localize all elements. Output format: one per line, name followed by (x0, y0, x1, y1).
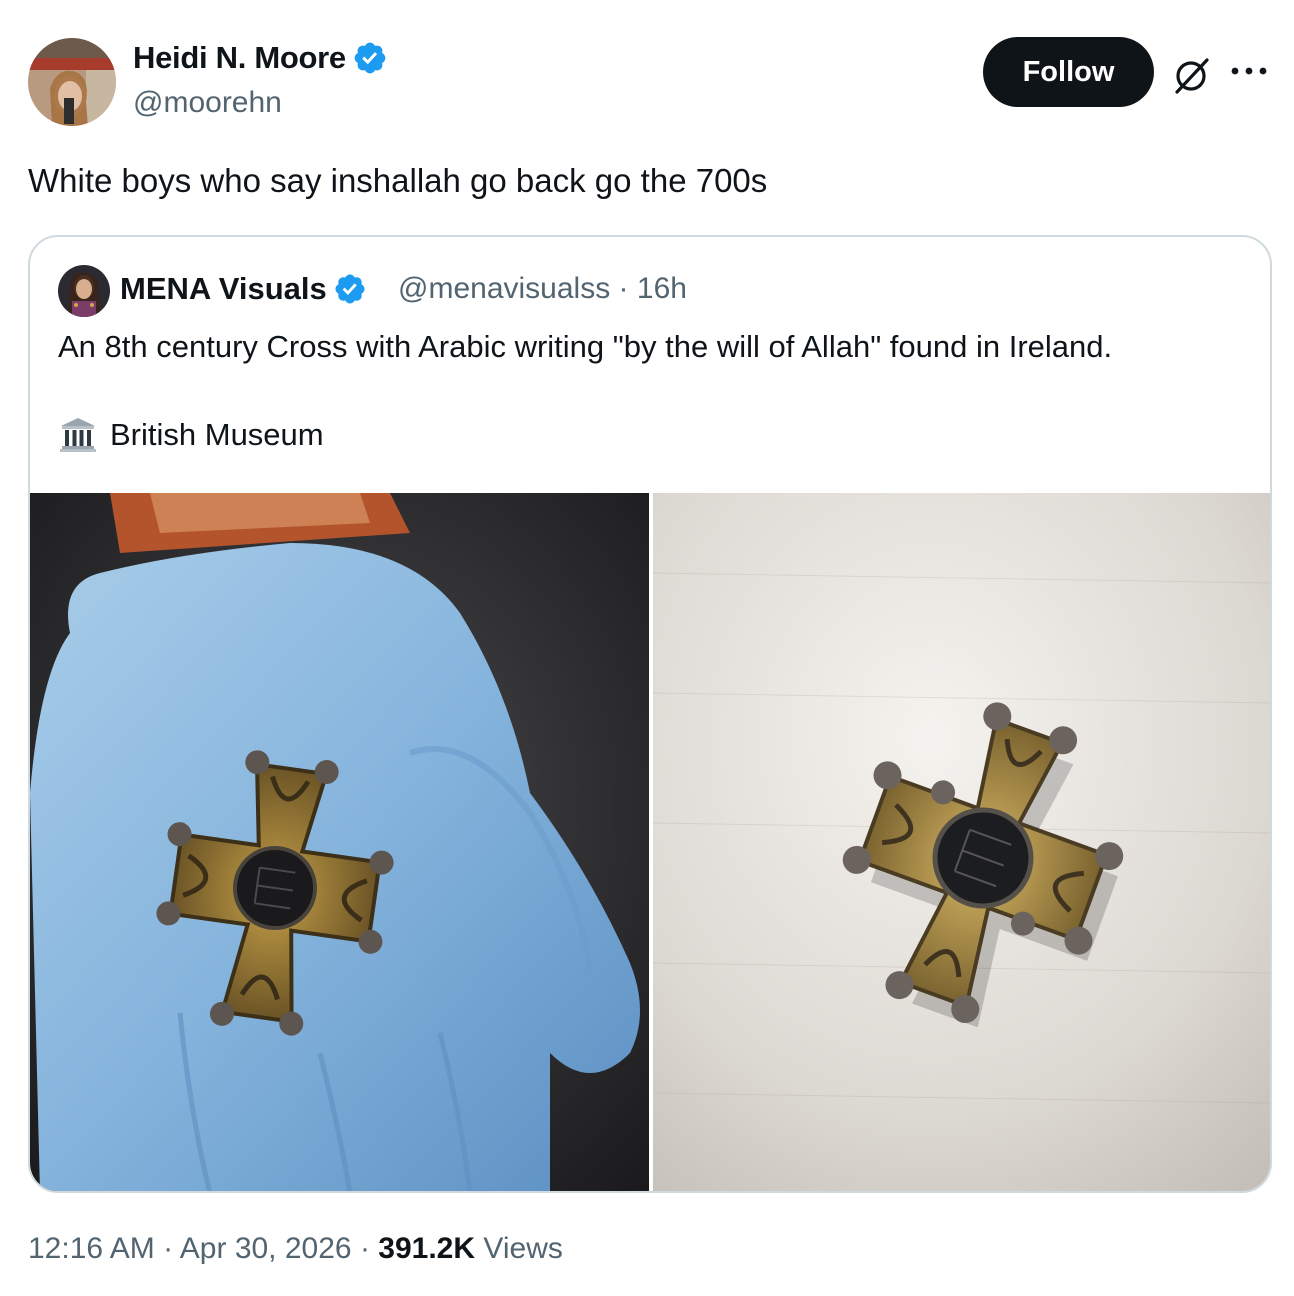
quote-author-name-text: MENA Visuals (120, 271, 327, 306)
author-name-text: Heidi N. Moore (133, 40, 346, 75)
museum-label: British Museum (110, 417, 324, 452)
quote-age: 16h (636, 272, 687, 305)
separator: · (163, 1232, 174, 1265)
tweet-text: White boys who say inshallah go back go … (28, 162, 768, 199)
tweet-date[interactable]: Apr 30, 2026 (180, 1232, 352, 1265)
verified-badge-icon (335, 274, 365, 304)
author-handle[interactable]: @moorehn (133, 86, 282, 120)
views-label: Views (483, 1232, 563, 1265)
media-photo-1[interactable] (30, 493, 649, 1191)
verified-badge-icon (354, 42, 386, 74)
tweet-footer: 12:16 AM · Apr 30, 2026 · 391.2K Views (28, 1232, 563, 1266)
classical-building-icon (60, 418, 96, 452)
author-avatar[interactable] (28, 38, 116, 126)
more-icon[interactable] (1228, 56, 1270, 86)
quote-author-handle: @menavisualss (398, 272, 611, 305)
quote-author-avatar[interactable] (58, 265, 110, 317)
views-count: 391.2K (378, 1232, 476, 1265)
separator: · (618, 272, 629, 305)
media-photo-2[interactable] (653, 493, 1270, 1191)
quote-text: An 8th century Cross with Arabic writing… (58, 329, 1113, 364)
follow-button[interactable]: Follow (983, 37, 1154, 107)
quote-author-name[interactable]: MENA Visuals (120, 271, 367, 307)
tweet-time[interactable]: 12:16 AM (28, 1232, 155, 1265)
separator: · (359, 1232, 370, 1265)
grok-icon[interactable] (1170, 54, 1212, 96)
quote-museum-line: British Museum (58, 415, 324, 455)
quote-author-handle-line: @menavisualss · 16h (398, 272, 687, 306)
quoted-tweet-card[interactable]: MENA Visuals @menavisualss · 16h An 8th … (28, 235, 1272, 1193)
author-name[interactable]: Heidi N. Moore (133, 40, 388, 76)
